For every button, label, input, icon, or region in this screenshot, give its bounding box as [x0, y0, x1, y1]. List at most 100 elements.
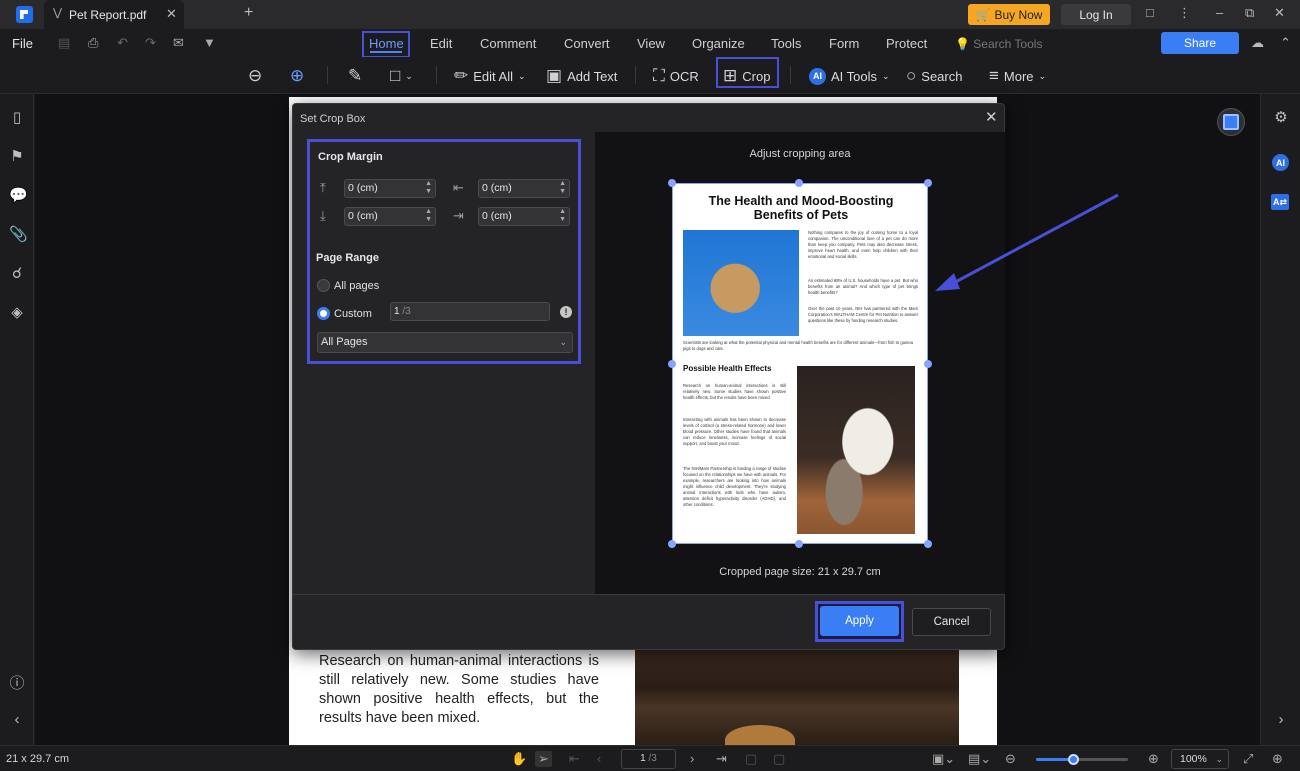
all-pages-radio[interactable]: [317, 279, 330, 292]
ai-assistant-icon[interactable]: AI: [1272, 154, 1289, 171]
previous-page-icon[interactable]: ‹: [597, 751, 601, 766]
crop-handle-bottom-left[interactable]: [668, 540, 676, 548]
buy-now-label: Buy Now: [994, 7, 1043, 22]
more-options-icon[interactable]: ⋮: [1178, 5, 1191, 21]
mail-icon[interactable]: ✉: [173, 35, 184, 51]
page-number-input[interactable]: 1 /3: [621, 749, 676, 769]
close-tab-icon[interactable]: ✕: [166, 6, 177, 22]
hand-tool-icon[interactable]: ✋: [511, 751, 527, 767]
left-margin-input[interactable]: 0 (cm) ▲ ▼: [478, 179, 570, 198]
translate-icon[interactable]: A⇄: [1271, 194, 1289, 210]
zoom-in-button[interactable]: ⊕: [290, 65, 304, 87]
tab-comment[interactable]: Comment: [480, 36, 536, 51]
apply-button[interactable]: Apply: [820, 606, 899, 636]
cloud-upload-icon[interactable]: ☁: [1251, 35, 1264, 51]
redo-icon[interactable]: ↷: [145, 35, 156, 51]
close-window-icon[interactable]: ✕: [1274, 5, 1285, 21]
comment-icon[interactable]: 💬: [9, 186, 28, 204]
last-page-icon[interactable]: ⇥: [716, 751, 727, 767]
collapse-ribbon-icon[interactable]: ⌃: [1280, 35, 1291, 51]
custom-page-range-input[interactable]: 1 /3: [390, 302, 550, 321]
search-tools-placeholder: Search Tools: [973, 37, 1043, 51]
log-in-button[interactable]: Log In: [1061, 4, 1131, 25]
scroll-mode-icon[interactable]: ⊕: [1272, 751, 1283, 767]
cancel-button[interactable]: Cancel: [912, 608, 991, 636]
crop-handle-top[interactable]: [795, 179, 803, 187]
zoom-slider-knob[interactable]: [1067, 754, 1079, 765]
ai-tools-button[interactable]: AI AI Tools ⌄: [809, 65, 890, 87]
floating-crop-button[interactable]: [1217, 108, 1245, 136]
tab-convert[interactable]: Convert: [564, 36, 610, 51]
search-tools-input[interactable]: 💡 Search Tools: [955, 37, 1042, 51]
attachment-icon[interactable]: 📎: [9, 225, 28, 243]
tab-edit[interactable]: Edit: [430, 36, 452, 51]
zoom-level-select[interactable]: 100% ⌄: [1171, 749, 1229, 769]
edit-all-button[interactable]: ✏ Edit All ⌄: [454, 65, 526, 87]
next-page-icon[interactable]: ›: [690, 751, 694, 766]
tab-list-icon[interactable]: ⋁: [53, 6, 62, 19]
highlight-button[interactable]: ✎: [348, 65, 362, 87]
buy-now-button[interactable]: 🛒 Buy Now: [968, 4, 1050, 25]
spinner-arrows[interactable]: ▲ ▼: [425, 180, 432, 196]
page-layout-icon[interactable]: ▤⌄: [968, 751, 991, 767]
info-icon[interactable]: !: [560, 306, 572, 318]
properties-sliders-icon[interactable]: ⚙: [1273, 108, 1289, 126]
select-tool-icon[interactable]: ➢: [535, 751, 552, 767]
new-tab-icon[interactable]: +: [244, 4, 253, 22]
tab-view[interactable]: View: [637, 36, 665, 51]
first-page-icon[interactable]: ⇤: [569, 751, 580, 767]
tab-title: Pet Report.pdf: [69, 8, 147, 22]
spinner-arrows[interactable]: ▲ ▼: [559, 208, 566, 224]
tab-tools[interactable]: Tools: [771, 36, 801, 51]
crop-area-thumbnail[interactable]: The Health and Mood-Boosting Benefits of…: [672, 183, 928, 544]
top-margin-input[interactable]: 0 (cm) ▲ ▼: [344, 179, 436, 198]
toolbar-divider: [790, 66, 791, 84]
right-margin-input[interactable]: 0 (cm) ▲ ▼: [478, 207, 570, 226]
zoom-out-button[interactable]: ⊖: [248, 65, 262, 87]
crop-handle-right[interactable]: [924, 360, 932, 368]
restore-icon[interactable]: ⧉: [1245, 5, 1254, 21]
more-button[interactable]: ≡ More ⌄: [989, 65, 1046, 87]
rotate-left-icon[interactable]: ▢: [745, 751, 757, 767]
crop-handle-top-left[interactable]: [668, 179, 676, 187]
expand-right-icon[interactable]: ›: [1273, 711, 1289, 728]
tab-form[interactable]: Form: [829, 36, 859, 51]
save-icon[interactable]: ▤: [58, 35, 70, 51]
layers-icon[interactable]: ◈: [9, 303, 25, 321]
help-icon[interactable]: ⓘ: [9, 672, 25, 693]
share-button[interactable]: Share: [1161, 32, 1239, 54]
zoom-in-icon[interactable]: ⊕: [1148, 751, 1159, 767]
crop-handle-top-right[interactable]: [924, 179, 932, 187]
file-menu[interactable]: File: [12, 36, 33, 51]
page-subset-select[interactable]: All Pages ⌄: [317, 332, 573, 353]
custom-radio[interactable]: [317, 307, 330, 320]
bookmark-icon[interactable]: ⚑: [9, 147, 25, 165]
search-button[interactable]: ○ Search: [906, 65, 962, 87]
zoom-slider[interactable]: [1036, 754, 1128, 765]
undo-icon[interactable]: ↶: [117, 35, 128, 51]
tab-protect[interactable]: Protect: [886, 36, 927, 51]
crop-handle-left[interactable]: [668, 360, 676, 368]
page-thumbnails-icon[interactable]: ▯: [9, 108, 25, 126]
quick-access-dropdown-icon[interactable]: ▼: [203, 35, 216, 50]
actual-size-icon[interactable]: ▣⌄: [932, 751, 955, 767]
feedback-icon[interactable]: □: [1146, 5, 1154, 20]
bottom-margin-input[interactable]: 0 (cm) ▲ ▼: [344, 207, 436, 226]
tab-organize[interactable]: Organize: [692, 36, 745, 51]
rotate-right-icon[interactable]: ▢: [773, 751, 785, 767]
crop-handle-bottom-right[interactable]: [924, 540, 932, 548]
collapse-left-icon[interactable]: ‹: [9, 711, 25, 728]
spinner-arrows[interactable]: ▲ ▼: [425, 208, 432, 224]
shape-button[interactable]: □ ⌄: [390, 65, 413, 87]
crop-handle-bottom[interactable]: [795, 540, 803, 548]
minimize-icon[interactable]: –: [1216, 5, 1223, 20]
fullscreen-icon[interactable]: ⤢: [1243, 751, 1253, 767]
zoom-out-icon[interactable]: ⊖: [1005, 751, 1016, 767]
print-icon[interactable]: ⎙: [88, 35, 98, 51]
spinner-arrows[interactable]: ▲ ▼: [559, 180, 566, 196]
add-text-button[interactable]: ▣ Add Text: [546, 65, 617, 87]
document-tab[interactable]: ⋁ Pet Report.pdf ✕: [44, 0, 184, 29]
ocr-button[interactable]: ⛶ OCR: [653, 65, 699, 87]
close-dialog-icon[interactable]: ✕: [985, 108, 998, 126]
search-icon[interactable]: ☌: [9, 264, 25, 282]
